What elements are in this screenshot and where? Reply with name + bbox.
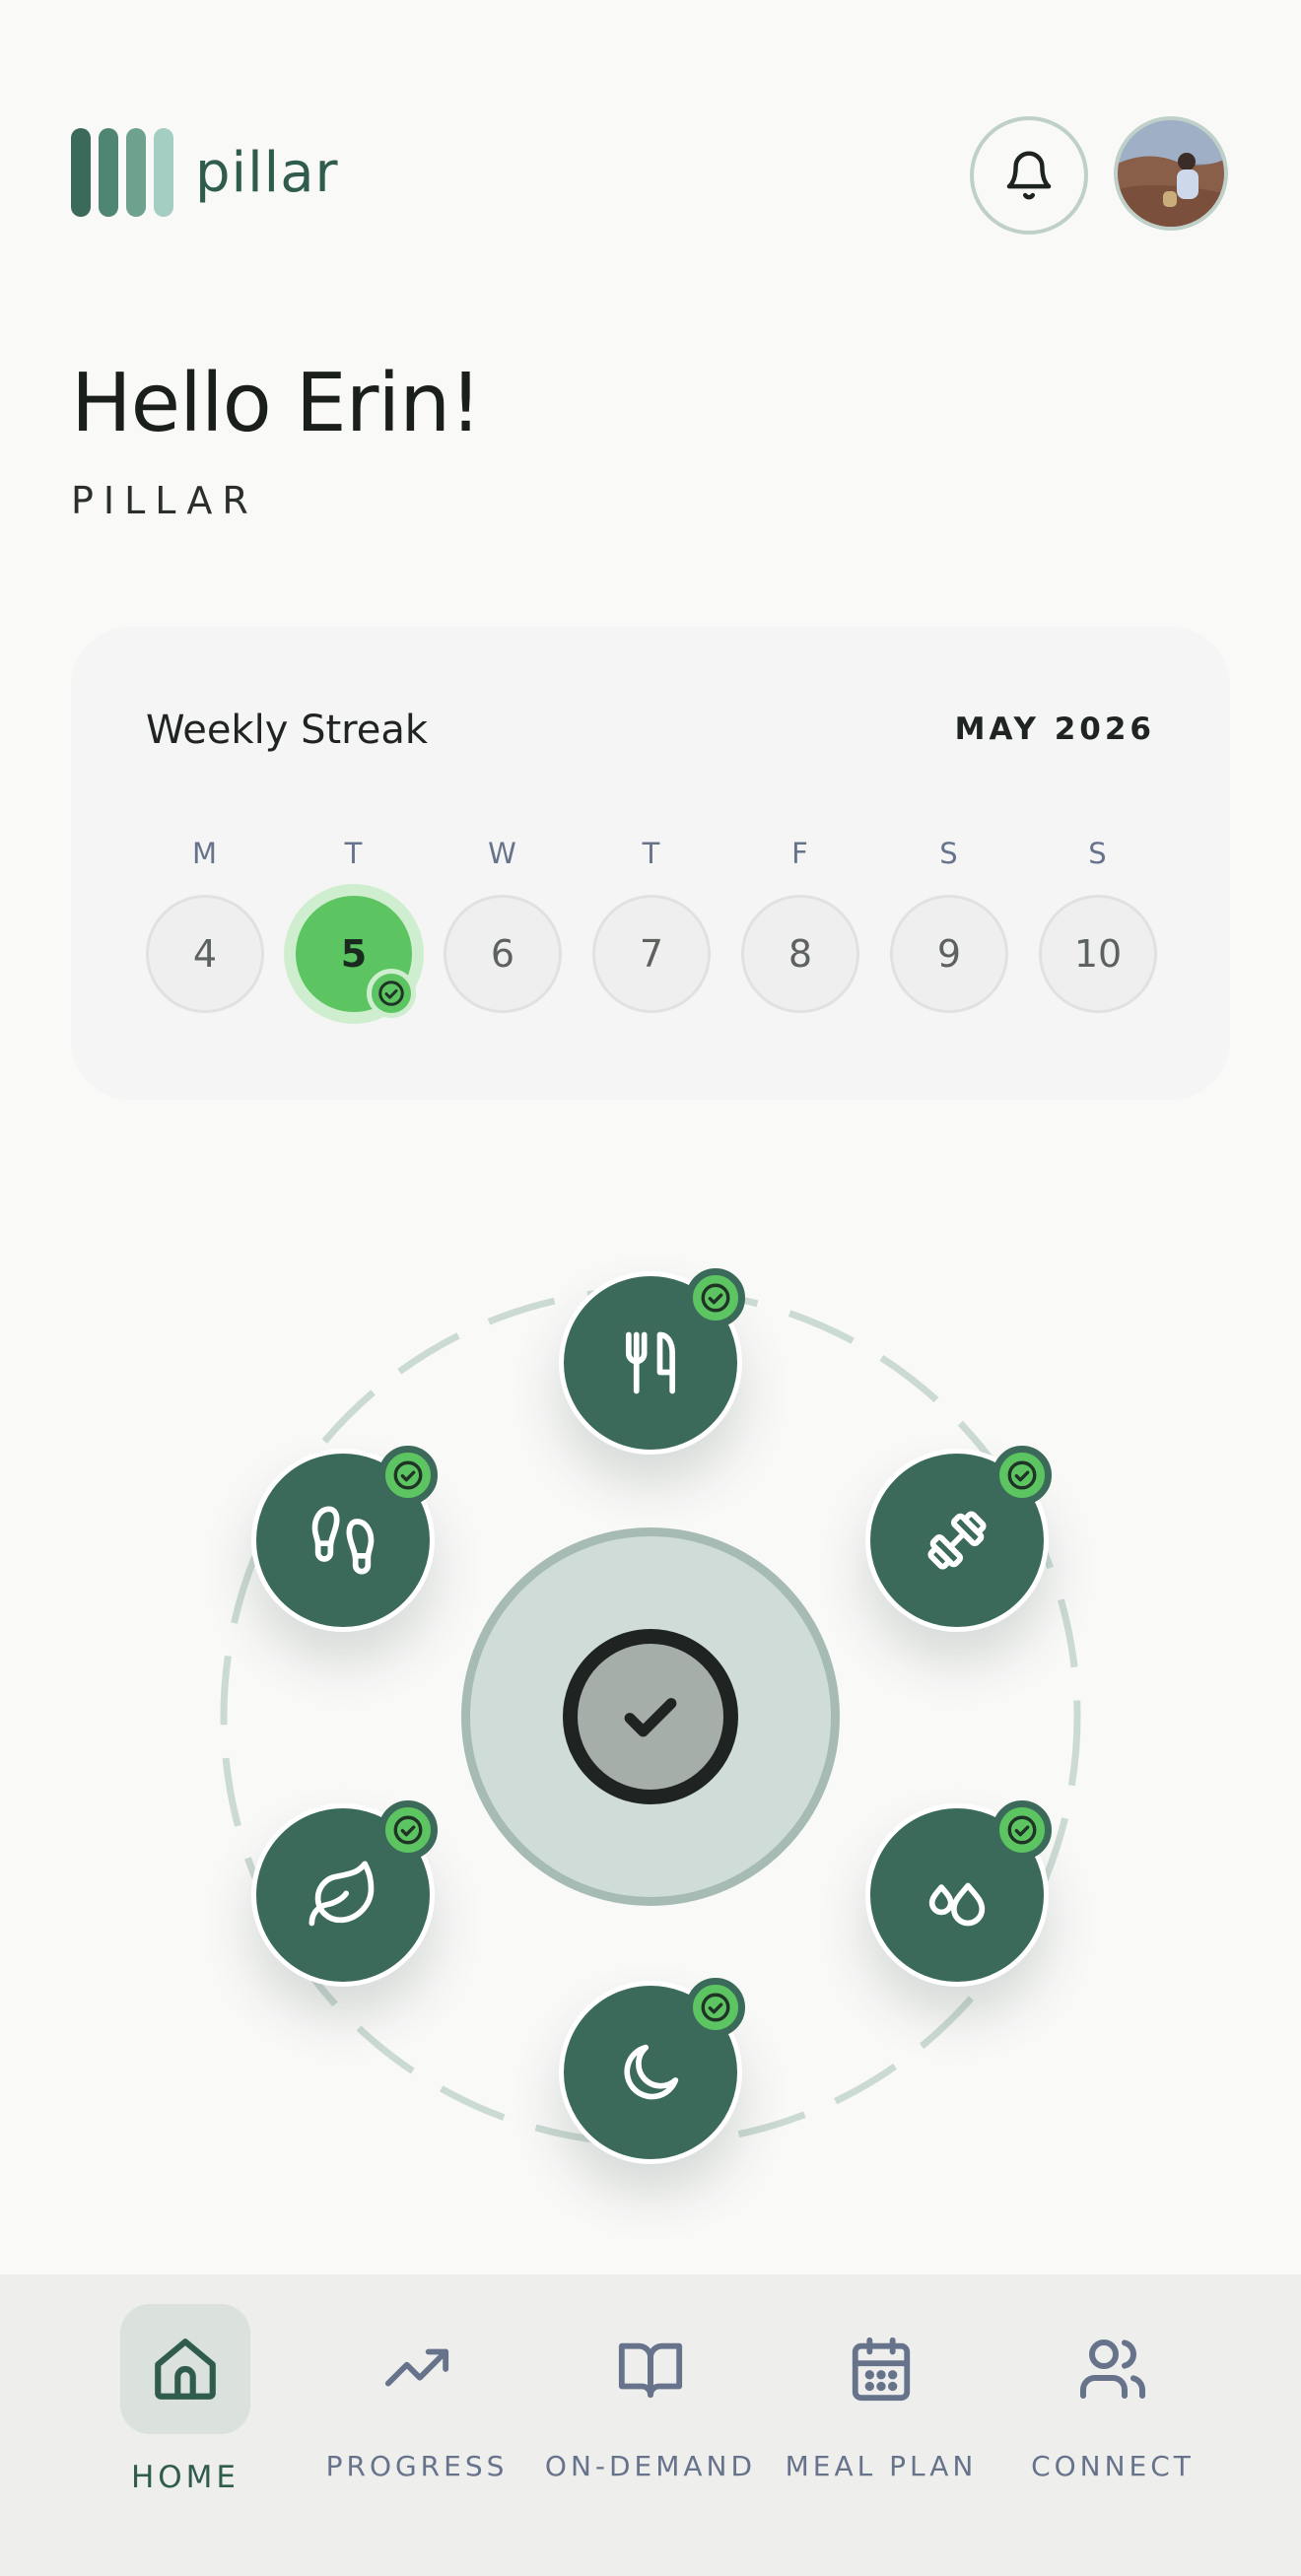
home-icon bbox=[155, 2339, 216, 2400]
bottom-nav: HOME PROGRESS ON-DEMAND MEAL PLAN CONNEC… bbox=[0, 2274, 1301, 2576]
fork-knife-icon bbox=[625, 1331, 676, 1394]
nav-label: ON-DEMAND bbox=[544, 2450, 757, 2482]
day-date: 6 bbox=[444, 895, 562, 1013]
footsteps-icon bbox=[311, 1506, 375, 1575]
day-letter: T bbox=[344, 837, 364, 870]
nav-on-demand[interactable]: ON-DEMAND bbox=[542, 2304, 759, 2482]
logo-bar bbox=[126, 128, 146, 217]
day-saturday[interactable]: S 9 bbox=[890, 834, 1008, 1013]
day-complete-badge bbox=[367, 969, 416, 1018]
bell-icon bbox=[1006, 151, 1052, 200]
day-letter: F bbox=[791, 837, 809, 870]
nav-home[interactable]: HOME bbox=[77, 2304, 294, 2495]
day-sunday[interactable]: S 10 bbox=[1039, 834, 1157, 1013]
user-avatar bbox=[1118, 120, 1224, 227]
book-open-icon bbox=[618, 2342, 683, 2399]
check-circle-icon bbox=[393, 1460, 423, 1490]
day-date: 4 bbox=[146, 895, 264, 1013]
dumbbell-icon bbox=[927, 1511, 987, 1570]
logo-text: pillar bbox=[195, 140, 339, 205]
pillar-complete-badge bbox=[378, 1446, 438, 1505]
day-friday[interactable]: F 8 bbox=[741, 834, 859, 1013]
pillar-mindfulness-button[interactable] bbox=[251, 1800, 438, 1987]
streak-month: MAY 2026 bbox=[954, 712, 1155, 747]
nav-icon-box bbox=[585, 2304, 716, 2434]
day-letter: S bbox=[939, 837, 959, 870]
day-date: 5 bbox=[340, 932, 368, 976]
nav-label: MEAL PLAN bbox=[785, 2450, 978, 2482]
nav-label: HOME bbox=[130, 2460, 240, 2495]
day-letter: M bbox=[191, 837, 219, 870]
daily-complete-button[interactable] bbox=[461, 1527, 840, 1906]
pillar-steps-button[interactable] bbox=[251, 1446, 438, 1632]
pillar-fitness-button[interactable] bbox=[865, 1446, 1052, 1632]
check-circle-icon bbox=[1007, 1460, 1037, 1490]
check-circle-icon bbox=[624, 1698, 677, 1737]
check-circle-icon bbox=[701, 1993, 730, 2022]
nav-label: PROGRESS bbox=[325, 2450, 509, 2482]
day-letter: W bbox=[488, 837, 517, 870]
day-date: 7 bbox=[592, 895, 711, 1013]
day-thursday[interactable]: T 7 bbox=[592, 834, 711, 1013]
day-date: 10 bbox=[1039, 895, 1157, 1013]
calendar-icon bbox=[852, 2337, 911, 2402]
check-circle-icon bbox=[393, 1815, 423, 1845]
day-letter: T bbox=[642, 837, 661, 870]
check-circle-icon bbox=[378, 981, 404, 1006]
nav-icon-box bbox=[816, 2304, 946, 2434]
check-circle-icon bbox=[701, 1283, 730, 1313]
profile-avatar[interactable] bbox=[1114, 116, 1228, 231]
logo-bar bbox=[71, 128, 91, 217]
day-letter: S bbox=[1088, 837, 1108, 870]
day-date-active: 5 bbox=[284, 884, 424, 1024]
nav-icon-box bbox=[120, 2304, 250, 2434]
greeting-subtitle: PILLAR bbox=[71, 479, 258, 522]
nav-connect[interactable]: CONNECT bbox=[1004, 2304, 1221, 2482]
nav-icon-box bbox=[1048, 2304, 1178, 2434]
pillar-sleep-button[interactable] bbox=[559, 1978, 745, 2164]
pillar-hydration-button[interactable] bbox=[865, 1800, 1052, 1987]
nav-meal-plan[interactable]: MEAL PLAN bbox=[773, 2304, 990, 2482]
logo-mark bbox=[71, 128, 173, 217]
center-check bbox=[563, 1629, 738, 1804]
logo-bar bbox=[154, 128, 173, 217]
moon-icon bbox=[624, 2044, 679, 2100]
leaf-icon bbox=[308, 1861, 375, 1927]
pillar-nutrition-button[interactable] bbox=[559, 1268, 745, 1455]
streak-title: Weekly Streak bbox=[146, 708, 429, 753]
day-date: 9 bbox=[890, 895, 1008, 1013]
greeting-title: Hello Erin! bbox=[71, 357, 482, 450]
pillar-complete-badge bbox=[993, 1800, 1052, 1860]
day-monday[interactable]: M 4 bbox=[146, 834, 264, 1013]
weekly-streak-card: Weekly Streak MAY 2026 M 4 T 5 W 6 T 7 F… bbox=[71, 627, 1230, 1100]
day-tuesday[interactable]: T 5 bbox=[284, 834, 424, 1024]
nav-label: CONNECT bbox=[1031, 2450, 1195, 2482]
pillar-complete-badge bbox=[686, 1268, 745, 1327]
pillar-complete-badge bbox=[686, 1978, 745, 2037]
logo-bar bbox=[99, 128, 118, 217]
water-drops-icon bbox=[928, 1882, 986, 1927]
pillar-complete-badge bbox=[378, 1800, 438, 1860]
pillar-ring bbox=[0, 1183, 1301, 2267]
users-icon bbox=[1080, 2339, 1145, 2399]
check-circle-icon bbox=[1007, 1815, 1037, 1845]
day-wednesday[interactable]: W 6 bbox=[444, 834, 562, 1013]
nav-icon-box bbox=[352, 2304, 482, 2434]
nav-progress[interactable]: PROGRESS bbox=[308, 2304, 525, 2482]
notifications-button[interactable] bbox=[970, 116, 1088, 235]
day-date: 8 bbox=[741, 895, 859, 1013]
pillar-complete-badge bbox=[993, 1446, 1052, 1505]
app-logo: pillar bbox=[71, 128, 339, 217]
trend-up-icon bbox=[384, 2348, 449, 2387]
